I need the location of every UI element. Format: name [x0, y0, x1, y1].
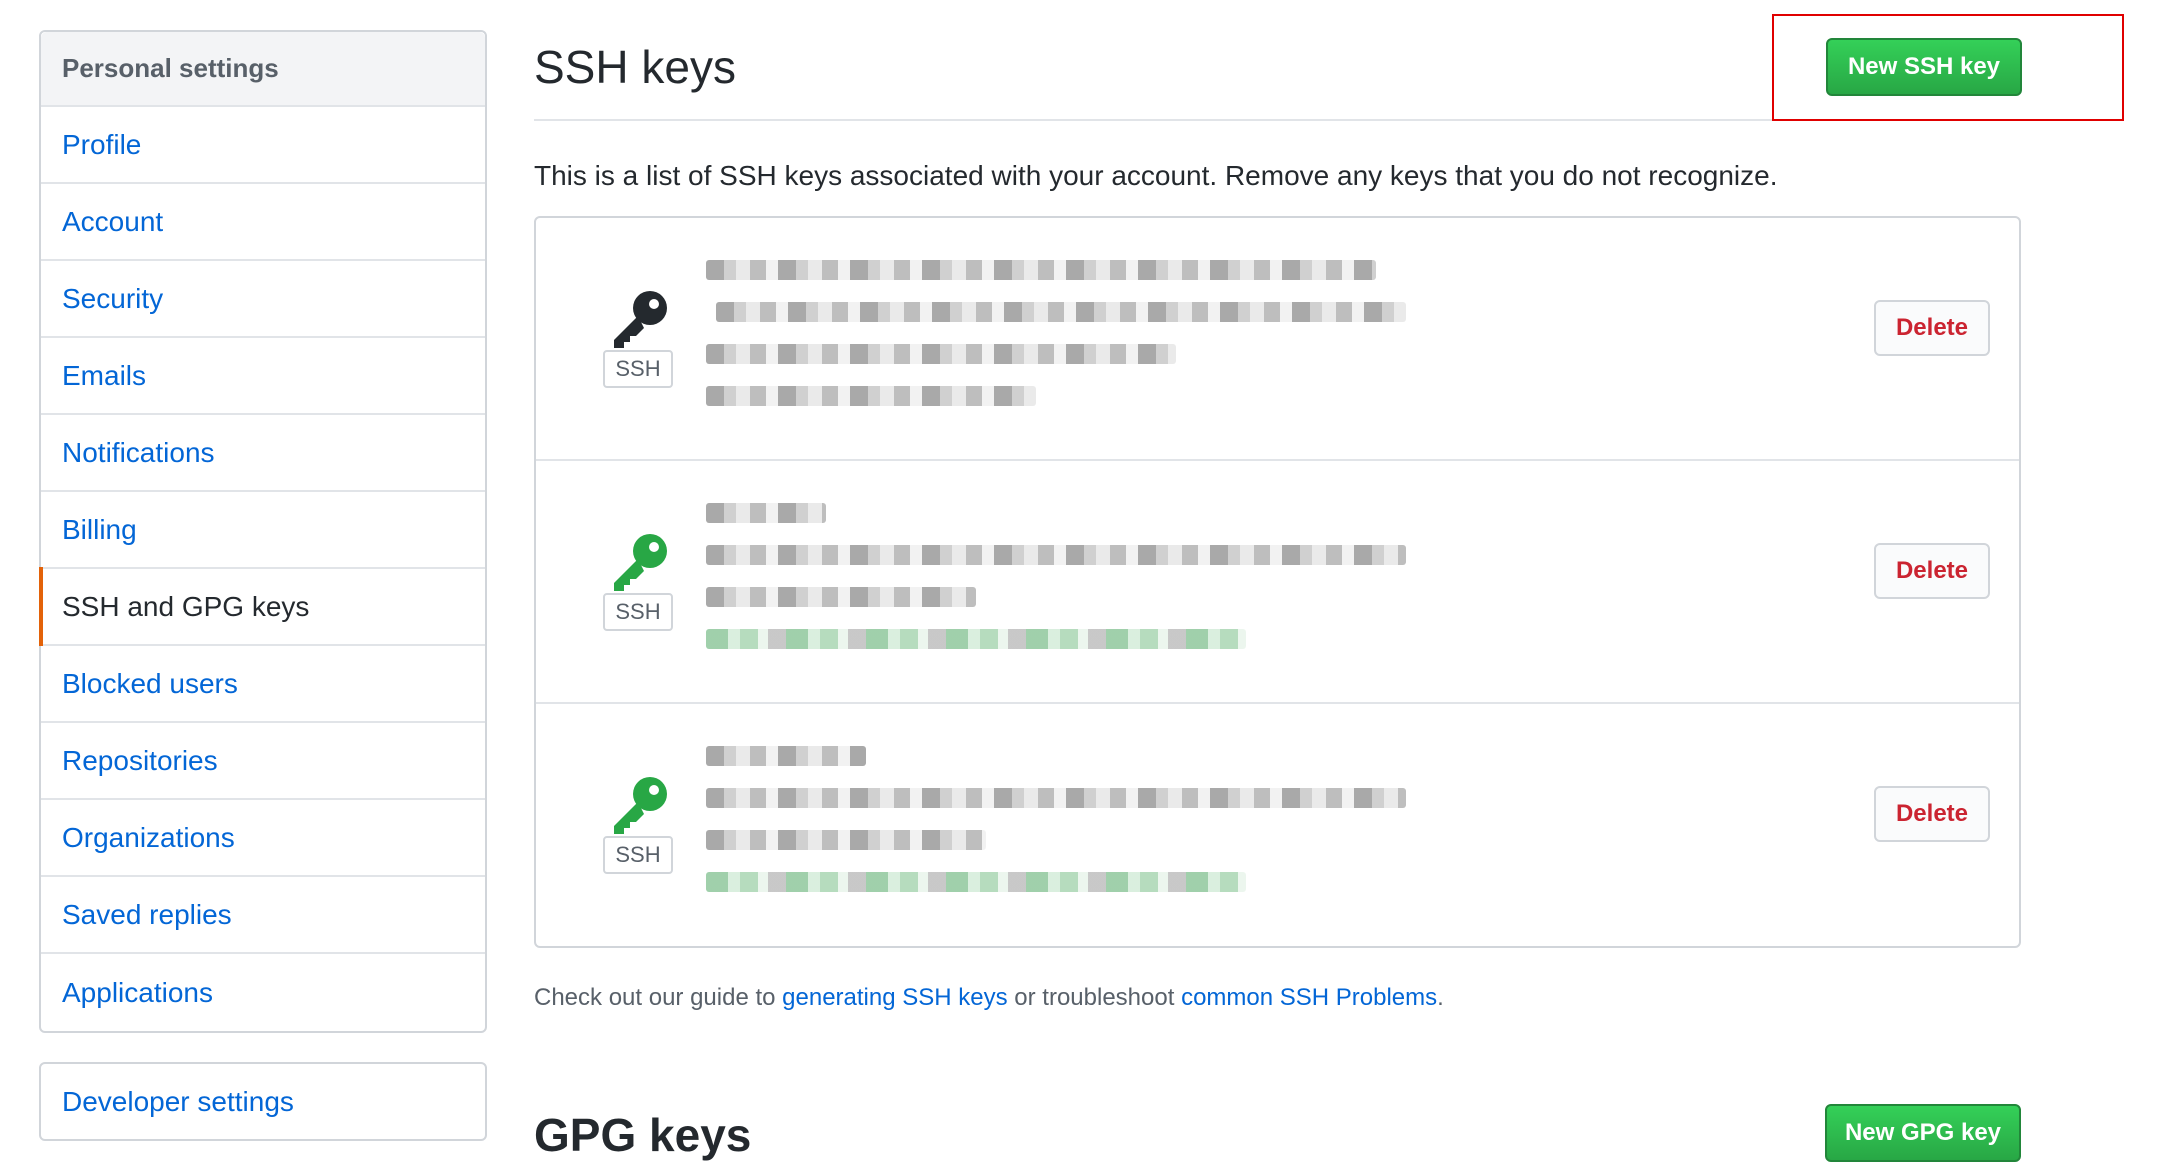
sidebar-item-emails[interactable]: Emails: [41, 338, 485, 415]
ssh-type-badge: SSH: [603, 593, 673, 631]
new-gpg-key-button[interactable]: New GPG key: [1825, 1104, 2021, 1162]
guide-suffix: .: [1437, 984, 1444, 1011]
generating-ssh-keys-link[interactable]: generating SSH keys: [782, 984, 1007, 1011]
sidebar-header: Personal settings: [41, 32, 485, 107]
common-ssh-problems-link[interactable]: common SSH Problems: [1181, 984, 1437, 1011]
delete-key-button[interactable]: Delete: [1874, 786, 1990, 842]
sidebar-item-security[interactable]: Security: [41, 261, 485, 338]
guide-middle: or troubleshoot: [1007, 984, 1182, 1011]
guide-prefix: Check out our guide to: [534, 984, 783, 1011]
key-icon: [614, 777, 667, 834]
ssh-key-row: SSH Delete: [536, 218, 2019, 461]
ssh-keys-title: SSH keys: [534, 41, 736, 93]
ssh-keys-description: This is a list of SSH keys associated wi…: [534, 160, 1778, 191]
ssh-key-row: SSH Delete: [536, 704, 2019, 947]
sidebar-item-profile[interactable]: Profile: [41, 107, 485, 184]
ssh-key-list: SSH Delete SSH Delete SSH Delete: [534, 216, 2021, 948]
sidebar-item-repositories[interactable]: Repositories: [41, 723, 485, 800]
settings-sidebar: Personal settings Profile Account Securi…: [39, 30, 487, 1033]
developer-settings-menu: Developer settings: [39, 1062, 487, 1141]
sidebar-item-applications[interactable]: Applications: [41, 954, 485, 1031]
sidebar-item-ssh-gpg-keys[interactable]: SSH and GPG keys: [39, 567, 485, 646]
key-details: [706, 497, 1426, 665]
sidebar-item-blocked-users[interactable]: Blocked users: [41, 646, 485, 723]
sidebar-item-notifications[interactable]: Notifications: [41, 415, 485, 492]
sidebar-item-developer-settings[interactable]: Developer settings: [41, 1064, 485, 1139]
sidebar-item-billing[interactable]: Billing: [41, 492, 485, 569]
gpg-keys-title: GPG keys: [534, 1109, 752, 1161]
ssh-key-row: SSH Delete: [536, 461, 2019, 704]
key-icon: [614, 534, 667, 591]
sidebar-item-organizations[interactable]: Organizations: [41, 800, 485, 877]
delete-key-button[interactable]: Delete: [1874, 300, 1990, 356]
key-details: [706, 254, 1426, 422]
ssh-guide-text: Check out our guide to generating SSH ke…: [534, 984, 1444, 1012]
ssh-type-badge: SSH: [603, 836, 673, 874]
sidebar-item-account[interactable]: Account: [41, 184, 485, 261]
delete-key-button[interactable]: Delete: [1874, 543, 1990, 599]
key-icon: [614, 291, 667, 348]
ssh-type-badge: SSH: [603, 350, 673, 388]
new-ssh-key-button[interactable]: New SSH key: [1826, 38, 2022, 96]
key-details: [706, 740, 1426, 908]
sidebar-item-saved-replies[interactable]: Saved replies: [41, 877, 485, 954]
